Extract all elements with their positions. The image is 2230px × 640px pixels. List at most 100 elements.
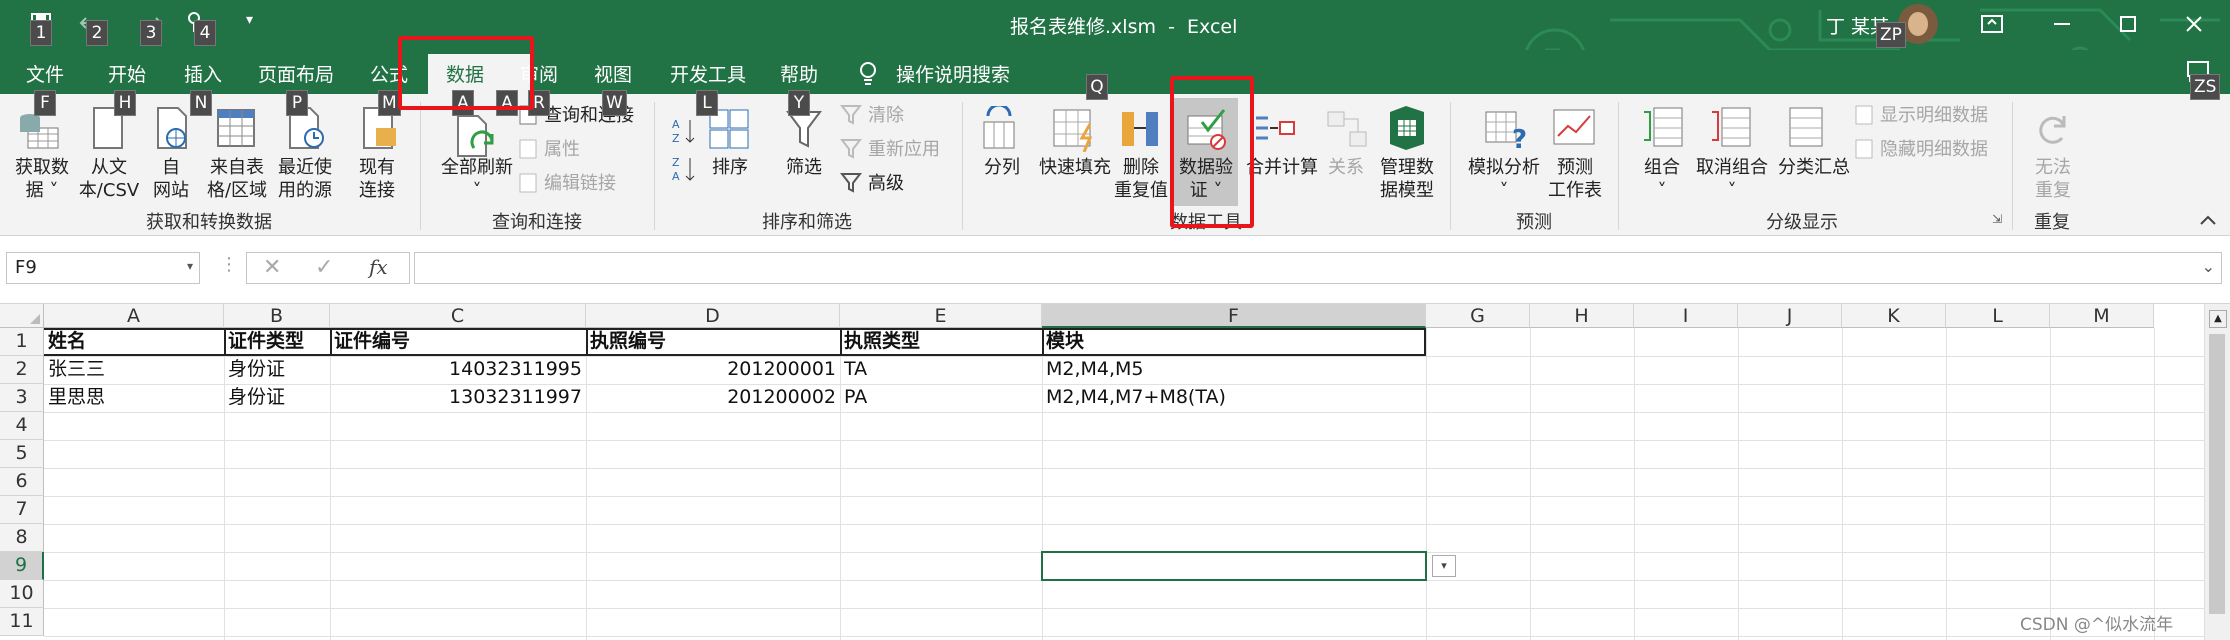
table-cell[interactable]: 身份证 xyxy=(228,356,326,383)
table-cell[interactable]: M2,M4,M5 xyxy=(1046,356,1422,383)
column-header[interactable]: D xyxy=(586,304,840,328)
tab-help[interactable]: 帮助 xyxy=(780,60,818,87)
column-header[interactable]: F xyxy=(1042,304,1426,328)
clear-button[interactable]: 清除 xyxy=(868,104,904,127)
tell-me-search[interactable]: 操作说明搜索 xyxy=(896,60,1010,87)
row-header[interactable]: 8 xyxy=(0,524,44,552)
header-cell[interactable]: 证件编号 xyxy=(334,328,582,355)
existing-connections-button[interactable]: 现有 连接 xyxy=(352,156,402,202)
ribbon-display-options-icon[interactable] xyxy=(1980,14,2004,34)
tab-insert[interactable]: 插入 xyxy=(184,60,222,87)
tab-developer[interactable]: 开发工具 xyxy=(670,60,746,87)
advanced-button[interactable]: 高级 xyxy=(868,172,904,195)
row-header[interactable]: 11 xyxy=(0,608,44,636)
filter-button[interactable]: 筛选 xyxy=(778,156,830,179)
confirm-entry-icon[interactable]: ✓ xyxy=(315,255,333,280)
column-header[interactable]: H xyxy=(1530,304,1634,328)
from-text-csv-button[interactable]: 从文 本/CSV xyxy=(74,156,144,202)
table-cell[interactable]: TA xyxy=(844,356,1038,383)
column-header[interactable]: B xyxy=(224,304,330,328)
insert-function-icon[interactable]: fx xyxy=(369,255,388,279)
from-web-button[interactable]: 自网站 xyxy=(148,156,194,202)
table-cell[interactable]: 14032311995 xyxy=(334,356,582,383)
chevron-down-icon[interactable]: ▾ xyxy=(187,259,193,273)
what-if-analysis-button[interactable]: 模拟分析 ˅ xyxy=(1462,156,1546,202)
sort-descending-icon[interactable]: ZA xyxy=(670,154,698,184)
maximize-icon[interactable] xyxy=(2116,12,2140,36)
column-header[interactable]: C xyxy=(330,304,586,328)
edit-links-button[interactable]: 编辑链接 xyxy=(544,172,616,195)
table-cell[interactable]: 里思思 xyxy=(48,384,220,411)
row-header[interactable]: 4 xyxy=(0,412,44,440)
table-cell[interactable]: 201200002 xyxy=(590,384,836,411)
get-data-button[interactable]: 获取数据 ˅ xyxy=(12,156,72,202)
column-header[interactable]: A xyxy=(44,304,224,328)
from-table-button[interactable]: 来自表 格/区域 xyxy=(204,156,270,202)
properties-button[interactable]: 属性 xyxy=(544,138,580,161)
close-icon[interactable] xyxy=(2182,12,2206,36)
recent-sources-button[interactable]: 最近使 用的源 xyxy=(272,156,338,202)
reapply-button[interactable]: 重新应用 xyxy=(868,138,940,161)
tab-page-layout[interactable]: 页面布局 xyxy=(258,60,334,87)
table-cell[interactable]: 张三三 xyxy=(48,356,220,383)
vertical-scrollbar[interactable]: ▲ xyxy=(2204,304,2230,640)
cannot-repeat-button[interactable]: 无法 重复 xyxy=(2026,156,2080,202)
name-box[interactable]: F9 ▾ xyxy=(6,252,200,284)
header-cell[interactable]: 姓名 xyxy=(48,328,220,355)
table-cell[interactable]: 201200001 xyxy=(590,356,836,383)
column-header[interactable]: J xyxy=(1738,304,1842,328)
row-header[interactable]: 2 xyxy=(0,356,44,384)
expand-formula-icon[interactable]: ⌄ xyxy=(2202,257,2215,276)
selected-cell[interactable] xyxy=(1041,551,1427,581)
refresh-all-button[interactable]: 全部刷新 ˅ xyxy=(432,156,522,202)
dialog-launcher-icon[interactable]: ⇲ xyxy=(1992,212,2002,226)
scroll-up-icon[interactable]: ▲ xyxy=(2209,310,2227,328)
table-cell[interactable]: PA xyxy=(844,384,1038,411)
tab-view[interactable]: 视图 xyxy=(594,60,632,87)
column-header[interactable]: E xyxy=(840,304,1042,328)
column-header[interactable]: G xyxy=(1426,304,1530,328)
header-cell[interactable]: 模块 xyxy=(1046,328,1422,355)
sort-ascending-icon[interactable]: AZ xyxy=(670,116,698,146)
minimize-icon[interactable] xyxy=(2050,12,2074,36)
row-header[interactable]: 6 xyxy=(0,468,44,496)
row-header[interactable]: 5 xyxy=(0,440,44,468)
show-detail-button[interactable]: 显示明细数据 xyxy=(1880,104,1988,127)
validation-dropdown-icon[interactable]: ▾ xyxy=(1432,555,1456,577)
gridline-horizontal xyxy=(44,608,2204,609)
text-to-columns-button[interactable]: 分列 xyxy=(976,156,1028,179)
tab-file[interactable]: 文件 xyxy=(26,60,64,87)
row-header[interactable]: 10 xyxy=(0,580,44,608)
table-cell[interactable]: 身份证 xyxy=(228,384,326,411)
ungroup-button[interactable]: 取消组合 ˅ xyxy=(1692,156,1772,202)
scroll-thumb[interactable] xyxy=(2209,334,2225,614)
table-cell[interactable]: M2,M4,M7+M8(TA) xyxy=(1046,384,1422,411)
formula-input[interactable]: ⌄ xyxy=(414,252,2222,284)
forecast-sheet-button[interactable]: 预测 工作表 xyxy=(1546,156,1604,202)
manage-data-model-button[interactable]: 管理数 据模型 xyxy=(1376,156,1438,202)
column-header[interactable]: M xyxy=(2050,304,2154,328)
collapse-ribbon-icon[interactable] xyxy=(2198,212,2218,228)
subtotal-button[interactable]: 分类汇总 xyxy=(1774,156,1854,179)
relationships-button[interactable]: 关系 xyxy=(1324,156,1368,179)
column-header[interactable]: K xyxy=(1842,304,1946,328)
hide-detail-button[interactable]: 隐藏明细数据 xyxy=(1880,138,1988,161)
tab-home[interactable]: 开始 xyxy=(108,60,146,87)
row-header[interactable]: 3 xyxy=(0,384,44,412)
header-cell[interactable]: 执照编号 xyxy=(590,328,836,355)
column-header[interactable]: I xyxy=(1634,304,1738,328)
row-header[interactable]: 1 xyxy=(0,328,44,356)
table-cell[interactable]: 13032311997 xyxy=(334,384,582,411)
group-button[interactable]: 组合 ˅ xyxy=(1636,156,1688,202)
flash-fill-button[interactable]: 快速填充 xyxy=(1034,156,1116,179)
header-cell[interactable]: 执照类型 xyxy=(844,328,1038,355)
remove-duplicates-button[interactable]: 删除 重复值 xyxy=(1112,156,1170,202)
qat-customize-icon[interactable]: ▾ xyxy=(246,12,253,28)
column-header[interactable]: L xyxy=(1946,304,2050,328)
row-header[interactable]: 9 xyxy=(0,552,44,580)
ribbon-tabs: 文件 开始 插入 页面布局 公式 数据 审阅 视图 开发工具 帮助 操作说明搜索 xyxy=(0,50,2230,94)
row-header[interactable]: 7 xyxy=(0,496,44,524)
sort-button[interactable]: 排序 xyxy=(704,156,756,179)
cancel-entry-icon[interactable]: ✕ xyxy=(263,255,281,280)
header-cell[interactable]: 证件类型 xyxy=(228,328,326,355)
